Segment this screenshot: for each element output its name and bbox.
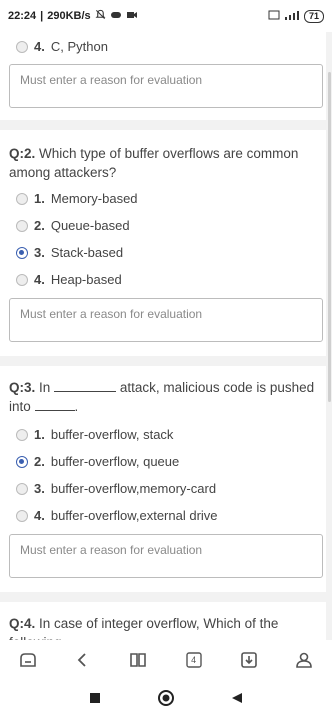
system-back-icon[interactable] [230, 691, 244, 710]
radio-button[interactable] [16, 428, 28, 441]
back-icon[interactable] [71, 648, 95, 672]
option-q2-4[interactable]: 4. Heap-based [16, 272, 122, 287]
option-q2-2[interactable]: 2. Queue-based [16, 218, 130, 233]
status-time: 22:24 [8, 10, 37, 22]
home-icon[interactable] [16, 648, 40, 672]
radio-button-selected[interactable] [16, 246, 28, 259]
option-q3-3[interactable]: 3. buffer-overflow,memory-card [16, 481, 216, 496]
mute-icon [95, 9, 106, 23]
download-icon[interactable] [237, 648, 261, 672]
radio-button[interactable] [16, 219, 28, 232]
tabs-icon[interactable]: 4 [182, 648, 206, 672]
scrollbar[interactable] [328, 72, 331, 402]
option-q2-1[interactable]: 1. Memory-based [16, 191, 138, 206]
signal-icon [284, 10, 300, 23]
question-text-q4: Q:4. In case of integer overflow, Which … [9, 616, 279, 640]
question-text-q2: Q:2. Which type of buffer overflows are … [9, 146, 299, 180]
battery-icon: 71 [303, 9, 324, 23]
option-q2-3[interactable]: 3. Stack-based [16, 245, 123, 260]
home-button-icon[interactable] [157, 689, 175, 712]
option-q1-4[interactable]: 4. C, Python [16, 39, 108, 54]
blank-line [34, 399, 75, 411]
recents-icon[interactable] [88, 691, 102, 710]
video-icon [126, 10, 138, 23]
system-nav-bar [0, 680, 332, 720]
radio-button[interactable] [16, 273, 28, 286]
question-card-q2: Q:2. Which type of buffer overflows are … [0, 130, 326, 356]
question-text-q3: Q:3. In attack, malicious code is pushed… [9, 380, 315, 414]
profile-icon[interactable] [292, 648, 316, 672]
status-bar: 22:24 | 290KB/s 71 [0, 0, 332, 32]
radio-button[interactable] [16, 482, 28, 495]
option-q3-2[interactable]: 2. buffer-overflow, queue [16, 454, 179, 469]
question-card-q3: Q:3. In attack, malicious code is pushed… [0, 366, 326, 592]
blank-line [54, 380, 117, 392]
bookmarks-icon[interactable] [126, 648, 150, 672]
radio-button[interactable] [16, 509, 28, 522]
reason-input-q2[interactable]: Must enter a reason for evaluation [9, 298, 323, 342]
quiz-content[interactable]: 4. C, Python Must enter a reason for eva… [0, 32, 332, 640]
status-net-speed: 290KB/s [47, 10, 91, 22]
question-card-q1: 4. C, Python Must enter a reason for eva… [0, 32, 326, 120]
tab-count: 4 [191, 655, 197, 665]
radio-button[interactable] [16, 192, 28, 205]
reason-input-q1[interactable]: Must enter a reason for evaluation [9, 64, 323, 108]
option-q3-1[interactable]: 1. buffer-overflow, stack [16, 427, 173, 442]
volte-icon [268, 10, 280, 23]
reason-input-q3[interactable]: Must enter a reason for evaluation [9, 534, 323, 578]
radio-button[interactable] [16, 40, 28, 53]
question-card-q4: Q:4. In case of integer overflow, Which … [0, 602, 326, 640]
browser-bottom-nav: 4 [0, 640, 332, 680]
option-q3-4[interactable]: 4. buffer-overflow,external drive [16, 508, 218, 523]
game-icon [110, 10, 122, 23]
radio-button-selected[interactable] [16, 455, 28, 468]
